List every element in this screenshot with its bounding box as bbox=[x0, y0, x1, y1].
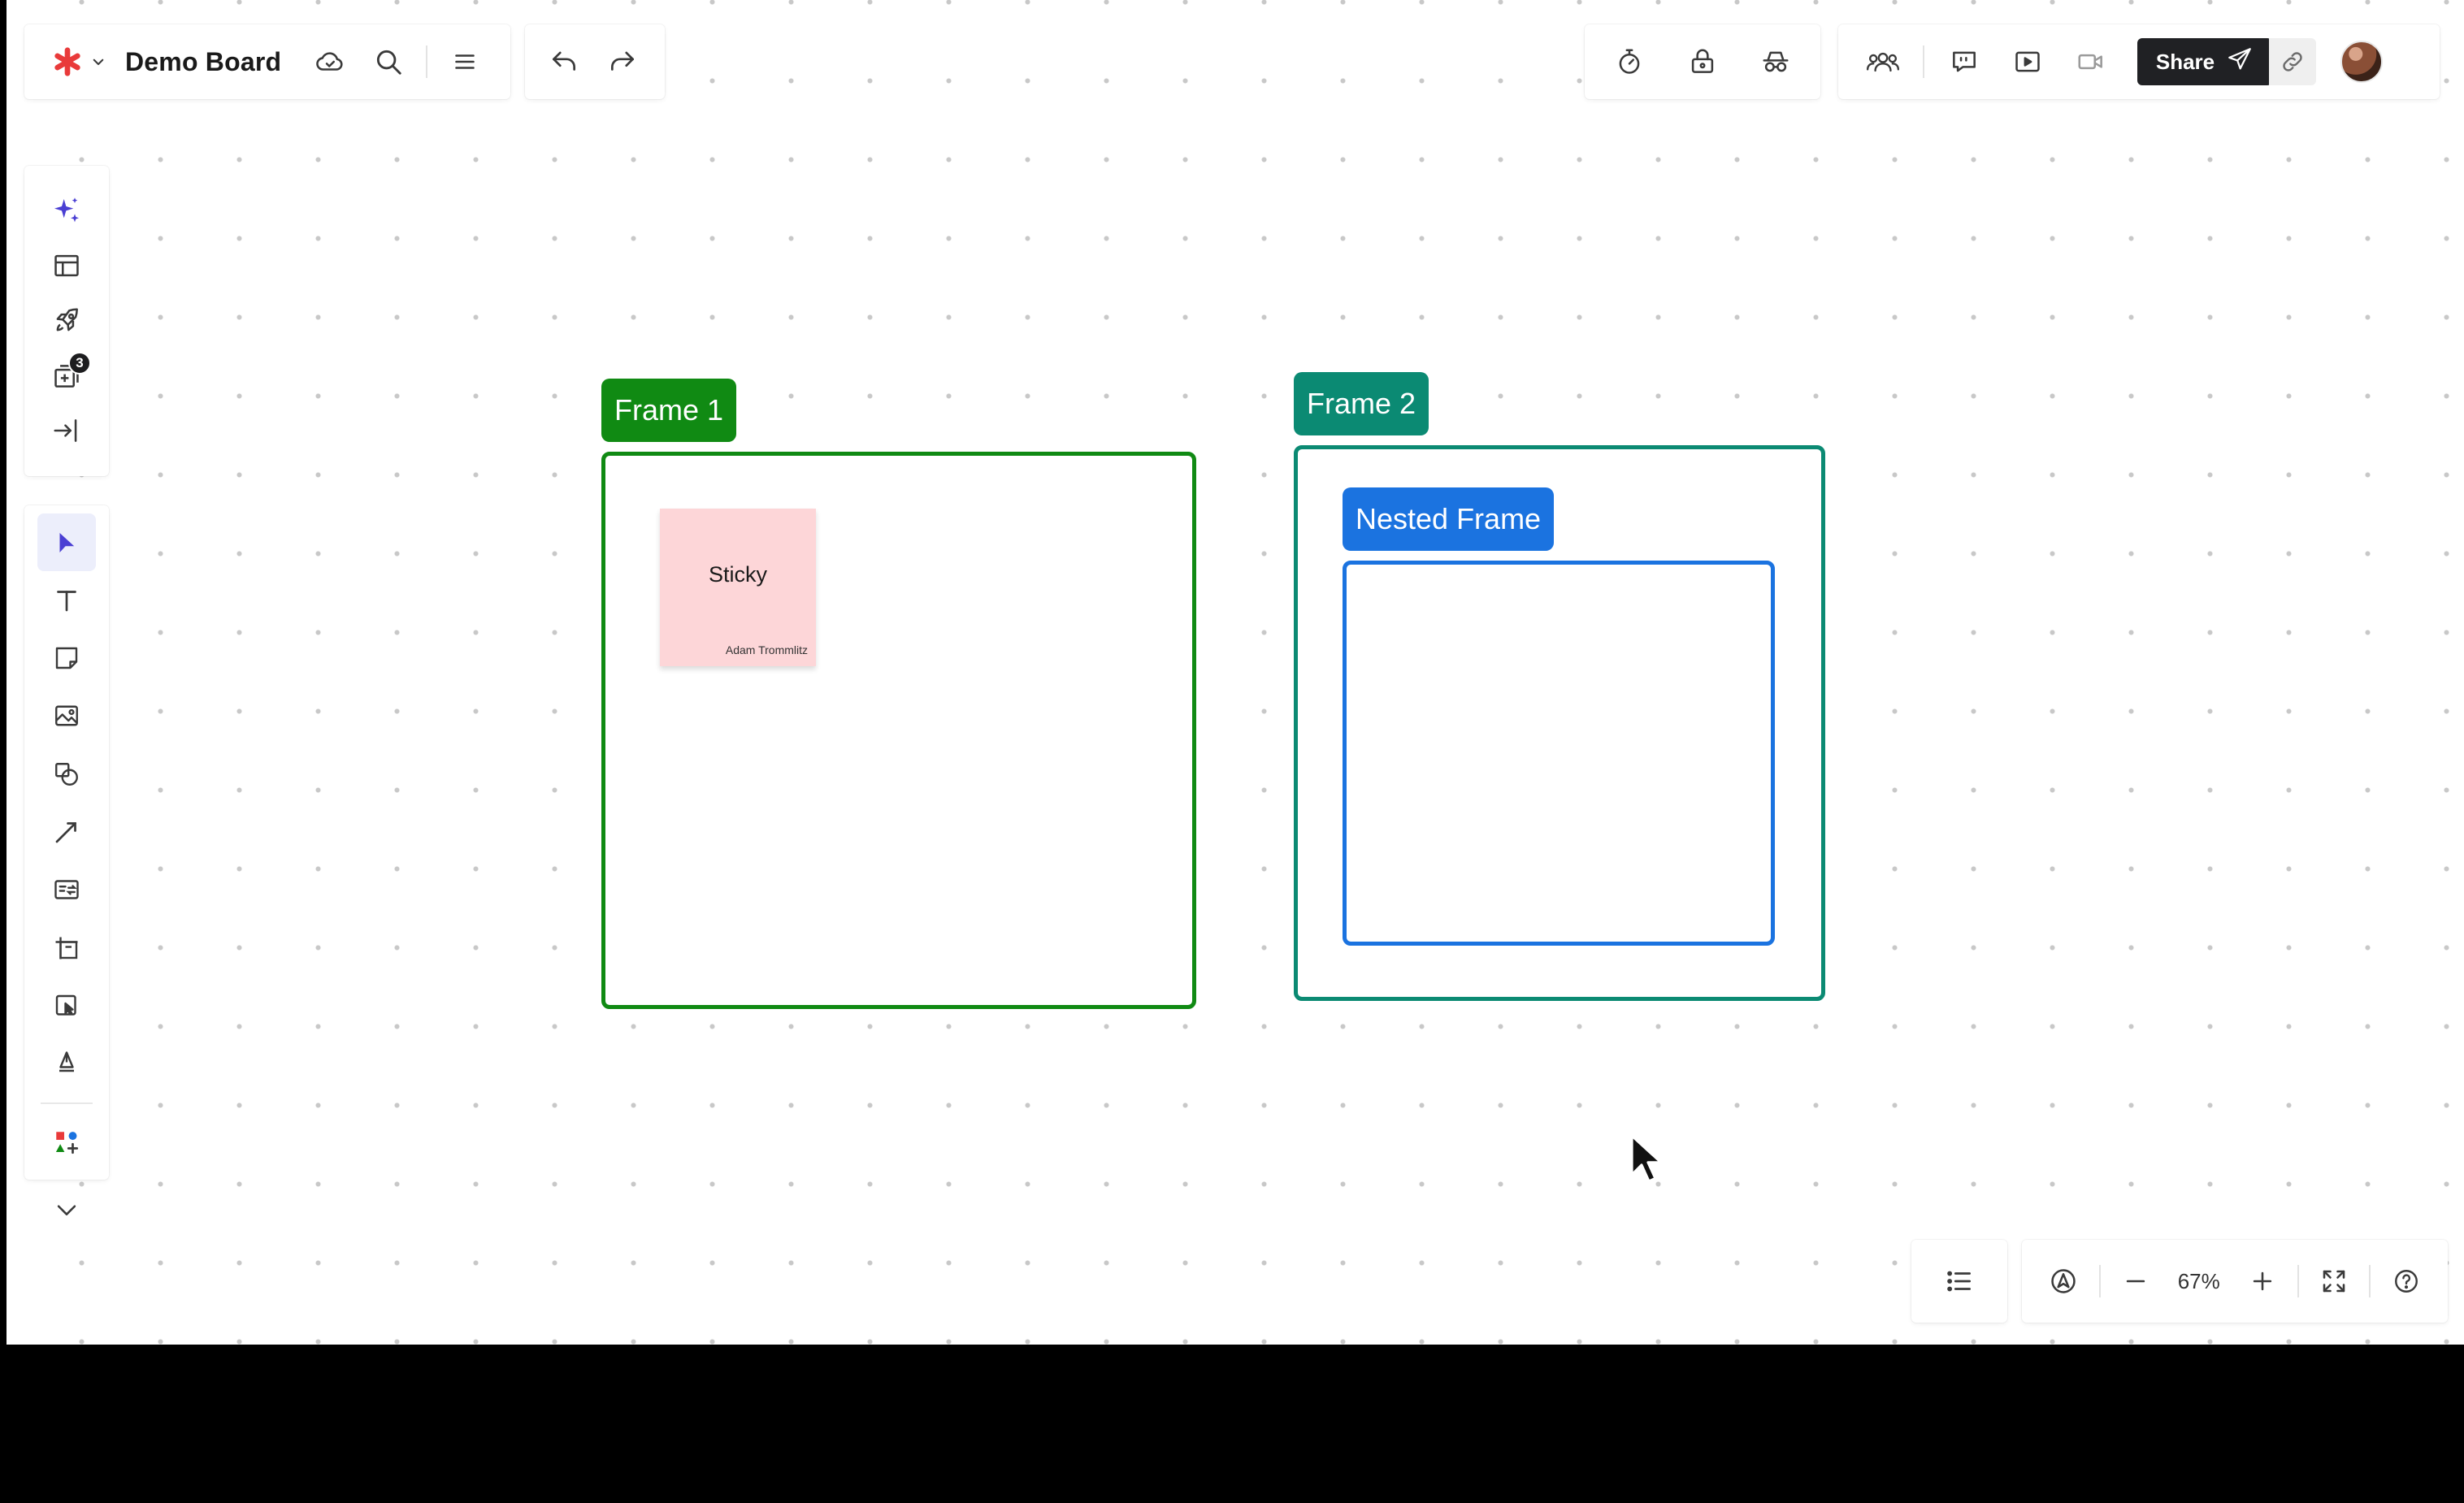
ai-sparkle-icon[interactable] bbox=[37, 184, 96, 239]
menu-icon[interactable] bbox=[436, 32, 494, 91]
nested-frame-label[interactable]: Nested Frame bbox=[1343, 487, 1555, 551]
apps-add-icon[interactable] bbox=[37, 1114, 96, 1172]
frame-2-label[interactable]: Frame 2 bbox=[1294, 372, 1429, 435]
collaborators-icon[interactable] bbox=[1851, 32, 1915, 91]
select-tool-icon[interactable] bbox=[37, 513, 96, 572]
table-layout-icon[interactable] bbox=[37, 239, 96, 294]
fit-to-screen-icon[interactable] bbox=[2307, 1252, 2362, 1310]
board-app: Demo Board Share 3 Frame 1 Sticky Adam T… bbox=[0, 0, 2464, 1345]
frame-1-label[interactable]: Frame 1 bbox=[601, 379, 737, 442]
main-menu-button[interactable] bbox=[44, 33, 114, 90]
share-button[interactable]: Share bbox=[2137, 38, 2272, 85]
image-tool-icon[interactable] bbox=[37, 687, 96, 745]
avatar[interactable] bbox=[2340, 41, 2383, 83]
zoom-panel: 67% bbox=[2022, 1240, 2448, 1323]
private-mode-icon[interactable] bbox=[1744, 32, 1807, 91]
shapes-tool-icon[interactable] bbox=[37, 745, 96, 803]
connector-line-tool-icon[interactable] bbox=[37, 803, 96, 860]
zoom-level[interactable]: 67% bbox=[2163, 1269, 2235, 1294]
chevron-down-icon bbox=[91, 54, 106, 69]
copy-link-button[interactable] bbox=[2269, 38, 2316, 85]
zoom-out-icon[interactable] bbox=[2109, 1252, 2163, 1310]
import-icon[interactable] bbox=[37, 403, 96, 458]
divider bbox=[2369, 1265, 2371, 1297]
search-icon[interactable] bbox=[359, 32, 418, 91]
link-icon bbox=[2280, 49, 2306, 75]
divider bbox=[2297, 1265, 2299, 1297]
divider bbox=[1923, 45, 1924, 78]
sticky-text: Sticky bbox=[708, 562, 767, 587]
share-label: Share bbox=[2155, 49, 2215, 74]
left-toolbar-tools bbox=[24, 505, 109, 1180]
templates-count-badge: 3 bbox=[68, 351, 91, 375]
undo-icon[interactable] bbox=[535, 32, 593, 91]
sticky-note[interactable]: Sticky Adam Trommlitz bbox=[660, 509, 816, 666]
chevron-down-icon[interactable] bbox=[37, 1180, 96, 1239]
sticky-note-tool-icon[interactable] bbox=[37, 630, 96, 687]
zoom-in-icon[interactable] bbox=[2235, 1252, 2289, 1310]
list-outline-icon[interactable] bbox=[1930, 1252, 1989, 1310]
asterisk-logo-icon bbox=[52, 46, 83, 77]
collaboration-tools-panel bbox=[1585, 24, 1820, 99]
paper-plane-icon bbox=[2226, 45, 2254, 79]
screenshot-tool-icon[interactable] bbox=[37, 977, 96, 1034]
left-toolbar-top: 3 bbox=[24, 166, 109, 476]
divider bbox=[41, 1102, 93, 1104]
lock-icon[interactable] bbox=[1671, 32, 1734, 91]
outline-panel bbox=[1911, 1240, 2007, 1323]
toolbar-expand-area bbox=[24, 1178, 109, 1241]
rocket-icon[interactable] bbox=[37, 293, 96, 349]
comment-icon[interactable] bbox=[1933, 32, 1996, 91]
share-panel: Share bbox=[1838, 24, 2440, 99]
help-icon[interactable] bbox=[2379, 1252, 2433, 1310]
undo-redo-panel bbox=[525, 24, 665, 99]
divider bbox=[2098, 1265, 2101, 1297]
navigation-mode-icon[interactable] bbox=[2037, 1252, 2091, 1310]
text-tool-icon[interactable] bbox=[37, 571, 96, 629]
redo-icon[interactable] bbox=[593, 32, 652, 91]
mouse-cursor-icon bbox=[1629, 1133, 1664, 1190]
board-title[interactable]: Demo Board bbox=[114, 47, 301, 77]
cards-tool-icon[interactable] bbox=[37, 861, 96, 919]
board-header-panel: Demo Board bbox=[24, 24, 511, 99]
templates-icon[interactable]: 3 bbox=[37, 349, 96, 404]
pen-tool-icon[interactable] bbox=[37, 1035, 96, 1093]
nested-frame[interactable] bbox=[1343, 561, 1775, 946]
frame-tool-icon[interactable] bbox=[37, 919, 96, 977]
timer-icon[interactable] bbox=[1598, 32, 1661, 91]
divider bbox=[426, 45, 428, 78]
video-camera-icon[interactable] bbox=[2059, 32, 2123, 91]
sticky-author: Adam Trommlitz bbox=[725, 643, 808, 656]
present-play-icon[interactable] bbox=[1996, 32, 2059, 91]
cloud-sync-icon[interactable] bbox=[301, 32, 359, 91]
